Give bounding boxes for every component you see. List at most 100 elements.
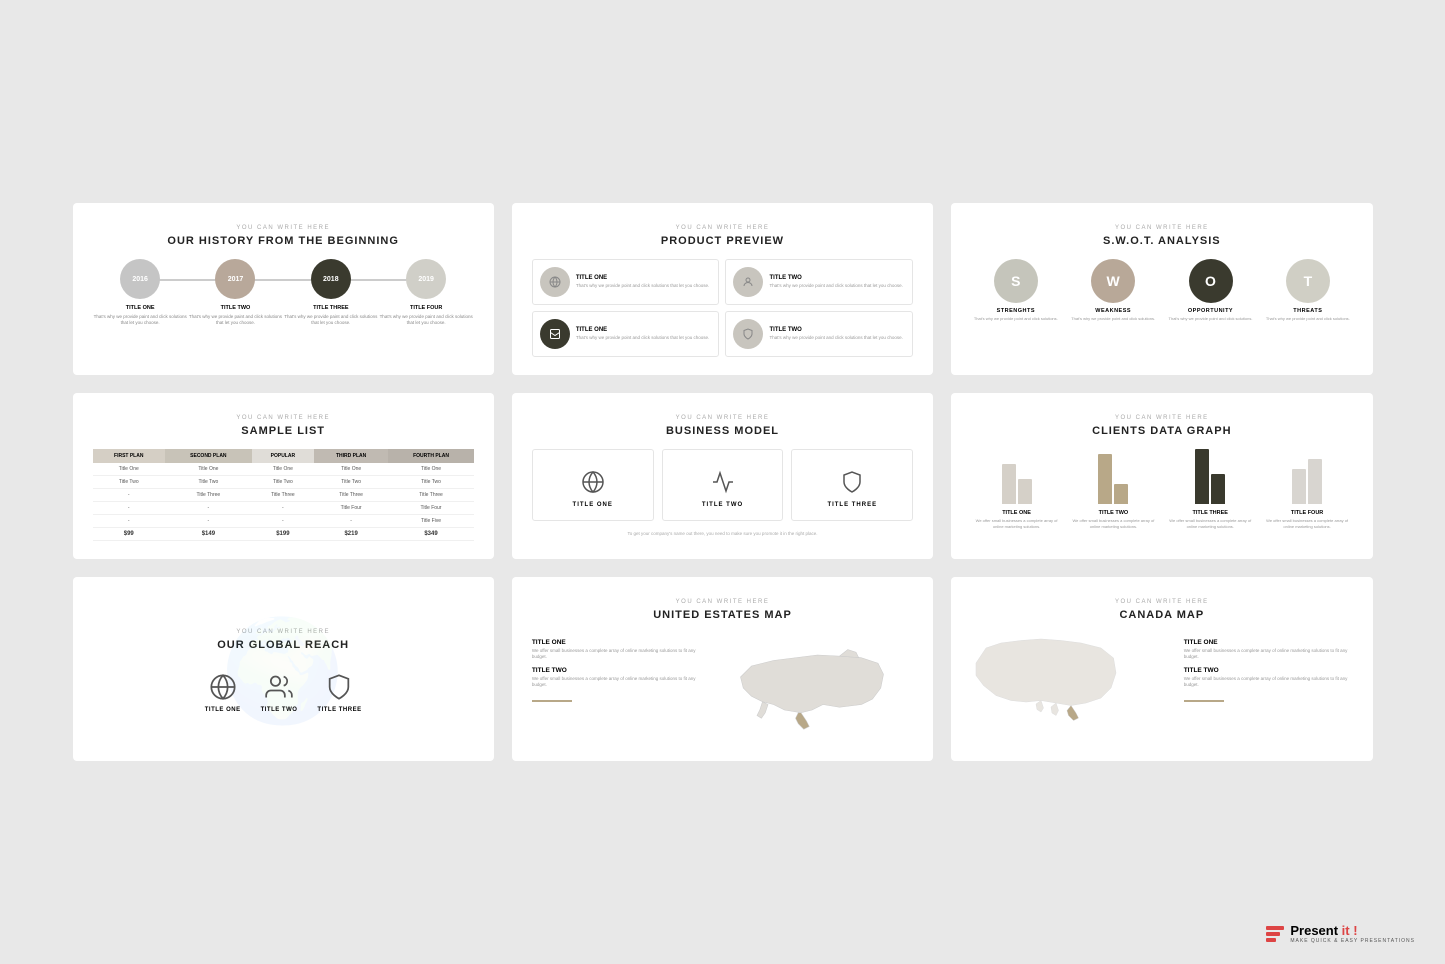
swot-s: S Strenghts That's why we provide point … — [971, 259, 1060, 322]
global-label-1: Title One — [205, 707, 241, 713]
table-row: Title OneTitle OneTitle OneTitle OneTitl… — [93, 463, 474, 476]
business-item-2: Title Two — [662, 449, 784, 521]
product-grid: Title One That's why we provide point an… — [532, 259, 913, 357]
product-text-1: Title One That's why we provide point an… — [576, 275, 709, 289]
timeline-desc-3: That's why we provide paint and click so… — [283, 314, 378, 327]
swot-label-o: Opportunity — [1188, 308, 1233, 314]
product-icon-3 — [540, 319, 570, 349]
timeline-desc-4: That's why we provide paint and click so… — [378, 314, 473, 327]
graph-label-4: Title Four — [1291, 510, 1323, 516]
business-label-1: Title One — [573, 502, 613, 508]
us-map-svg — [727, 633, 897, 743]
people-icon — [265, 673, 293, 701]
table-row-price: $99$149$199$219$349 — [93, 528, 474, 541]
timeline-desc-2: That's why we provide paint and click so… — [188, 314, 283, 327]
slide-grid: YOU CAN WRITE HERE Our History From The … — [73, 203, 1373, 761]
canada-content: Title One We offer small businesses a co… — [971, 633, 1352, 738]
slide6-title: Clients Data Graph — [971, 425, 1352, 437]
slide4-title: Sample List — [93, 425, 474, 437]
slide6-subtitle: YOU CAN WRITE HERE — [971, 415, 1352, 421]
timeline-label-4: Title Four — [410, 305, 442, 311]
us-map-visual — [711, 633, 914, 743]
slide-canada-map: YOU CAN WRITE HERE Canada Map Title One … — [951, 577, 1372, 761]
timeline-label-3: Title Three — [313, 305, 348, 311]
us-title-two: Title Two — [532, 667, 701, 674]
product-item-1: Title One That's why we provide point an… — [532, 259, 720, 305]
slide-graph: YOU CAN WRITE HERE Clients Data Graph Ti… — [951, 393, 1372, 559]
swot-w: W Weakness That's why we provide point a… — [1068, 259, 1157, 322]
slide2-title: Product Preview — [532, 235, 913, 247]
chart-icon — [711, 470, 735, 494]
brand-tagline: MAKE QUICK & EASY PRESENTATIONS — [1290, 938, 1415, 944]
bar-container-1 — [1002, 449, 1032, 504]
swot-label-w: Weakness — [1095, 308, 1131, 314]
canada-underline — [1184, 700, 1224, 702]
bar-1b — [1018, 479, 1032, 504]
global-item-2: Title Two — [261, 673, 298, 713]
graph-item-3: Title Three We offer small businesses a … — [1165, 449, 1256, 529]
brand-bar-3 — [1266, 938, 1276, 942]
bar-2b — [1114, 484, 1128, 504]
slide3-title: S.W.O.T. Analysis — [971, 235, 1352, 247]
bar-container-4 — [1292, 449, 1322, 504]
timeline-circle-2: 2017 — [215, 259, 255, 299]
bar-4a — [1292, 469, 1306, 504]
business-label-3: Title Three — [827, 502, 877, 508]
graph-grid: Title One We offer small businesses a co… — [971, 449, 1352, 529]
map-content: Title One We offer small businesses a co… — [532, 633, 913, 743]
brand-bar-2 — [1266, 932, 1280, 936]
slide1-title: Our History From The Beginning — [93, 235, 474, 247]
product-text-2: Title Two That's why we provide point an… — [769, 275, 902, 289]
table-row: Title TwoTitle TwoTitle TwoTitle TwoTitl… — [93, 476, 474, 489]
globe-icon — [209, 673, 237, 701]
timeline-desc-1: That's why we provide paint and click so… — [93, 314, 188, 327]
slide7-title: Our Global Reach — [93, 639, 474, 651]
graph-desc-3: We offer small businesses a complete arr… — [1165, 518, 1256, 529]
bar-container-3 — [1195, 449, 1225, 504]
bar-1a — [1002, 464, 1016, 504]
global-item-1: Title One — [205, 673, 241, 713]
product-icon-2 — [733, 267, 763, 297]
timeline: 2016 Title One That's why we provide pai… — [93, 259, 474, 327]
canada-title-two: Title Two — [1184, 667, 1353, 674]
swot-circle-o: O — [1189, 259, 1233, 303]
global-item-3: Title Three — [317, 673, 361, 713]
canada-map-visual — [971, 633, 1174, 738]
business-item-3: Title Three — [791, 449, 913, 521]
map-underline — [532, 700, 572, 702]
swot-desc-s: That's why we provide point and click so… — [974, 316, 1058, 322]
bar-4b — [1308, 459, 1322, 504]
graph-item-4: Title Four We offer small businesses a c… — [1262, 449, 1353, 529]
col-popular: Popular — [252, 449, 314, 463]
global-label-3: Title Three — [317, 707, 361, 713]
timeline-circle-3: 2018 — [311, 259, 351, 299]
swot-label-s: Strenghts — [997, 308, 1035, 314]
slide4-subtitle: YOU CAN WRITE HERE — [93, 415, 474, 421]
slide8-title: United Estates Map — [532, 609, 913, 621]
brand-bar-1 — [1266, 926, 1284, 930]
product-icon-1 — [540, 267, 570, 297]
global-label-2: Title Two — [261, 707, 298, 713]
slide9-subtitle: YOU CAN WRITE HERE — [971, 599, 1352, 605]
slide-sample-list: YOU CAN WRITE HERE Sample List First Pla… — [73, 393, 494, 559]
graph-label-3: Title Three — [1193, 510, 1228, 516]
timeline-item-3: 2018 Title Three That's why we provide p… — [283, 259, 378, 327]
product-item-3: Title One That's why we provide point an… — [532, 311, 720, 357]
product-icon-4 — [733, 319, 763, 349]
bar-container-2 — [1098, 449, 1128, 504]
brand-name-container: Present it ! MAKE QUICK & EASY PRESENTAT… — [1290, 923, 1415, 944]
swot-t: T Threats That's why we provide point an… — [1263, 259, 1352, 322]
graph-item-2: Title Two We offer small businesses a co… — [1068, 449, 1159, 529]
slide8-subtitle: YOU CAN WRITE HERE — [532, 599, 913, 605]
slide3-subtitle: YOU CAN WRITE HERE — [971, 225, 1352, 231]
timeline-circle-4: 2019 — [406, 259, 446, 299]
swot-circle-w: W — [1091, 259, 1135, 303]
us-desc-one: We offer small businesses a complete arr… — [532, 648, 701, 661]
product-item-4: Title Two That's why we provide point an… — [725, 311, 913, 357]
product-item-2: Title Two That's why we provide point an… — [725, 259, 913, 305]
slide5-title: Business Model — [532, 425, 913, 437]
canada-map-svg — [971, 633, 1121, 733]
slide5-subtitle: YOU CAN WRITE HERE — [532, 415, 913, 421]
timeline-circle-1: 2016 — [120, 259, 160, 299]
graph-desc-2: We offer small businesses a complete arr… — [1068, 518, 1159, 529]
